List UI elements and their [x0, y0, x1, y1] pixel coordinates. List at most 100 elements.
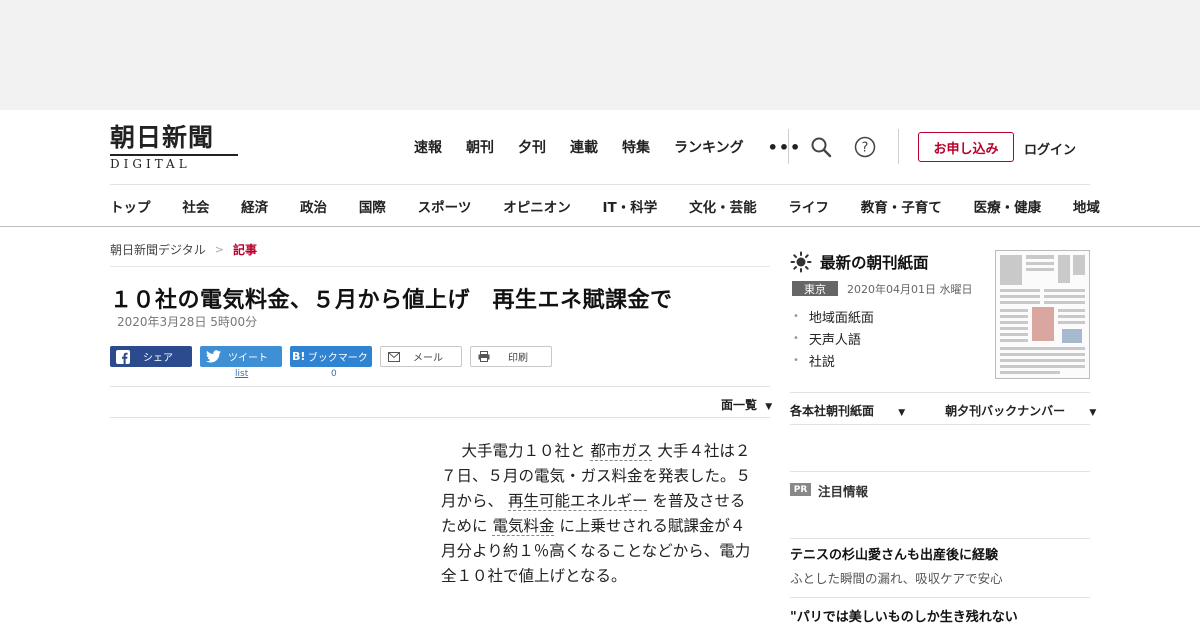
cat-life[interactable]: ライフ — [788, 196, 829, 216]
hatena-bookmark-count[interactable]: 0 — [331, 369, 337, 379]
cat-shakai[interactable]: 社会 — [182, 196, 209, 216]
page-list-label: 面一覧 — [721, 398, 758, 412]
paper-link-shasetsu[interactable]: • 社説 — [793, 349, 874, 371]
paper-menus: 各本社朝刊紙面 ▼ 朝夕刊バックナンバー ▼ — [790, 402, 1136, 419]
breadcrumb-home[interactable]: 朝日新聞デジタル — [110, 241, 206, 258]
header-divider — [110, 184, 1090, 185]
article-divider — [110, 386, 770, 387]
backnumber-dropdown[interactable]: 朝夕刊バックナンバー ▼ — [945, 402, 1116, 419]
site-logo[interactable]: 朝日新聞 DIGITAL — [110, 124, 240, 171]
caret-down-icon: ▼ — [765, 402, 773, 412]
twitter-share-label: ツイート — [228, 353, 268, 364]
nav-tokushu[interactable]: 特集 — [622, 137, 650, 157]
print-icon — [475, 348, 493, 366]
logo-wordmark: 朝日新聞 — [110, 123, 215, 152]
cat-it-science[interactable]: IT・科学 — [603, 196, 658, 216]
nav-yuukan[interactable]: 夕刊 — [518, 137, 546, 157]
bullet-icon: • — [793, 354, 799, 366]
hatena-bookmark-button[interactable]: B! ブックマーク — [290, 346, 372, 367]
regional-paper-dropdown[interactable]: 各本社朝刊紙面 ▼ — [790, 402, 925, 419]
cat-kokusai[interactable]: 国際 — [359, 196, 386, 216]
nav-sokuho[interactable]: 速報 — [414, 137, 442, 157]
sidebar-divider — [790, 597, 1090, 598]
login-link[interactable]: ログイン — [1024, 139, 1076, 158]
cat-region[interactable]: 地域 — [1073, 196, 1100, 216]
cat-opinion[interactable]: オピニオン — [503, 196, 571, 216]
promo-title[interactable]: "パリでは美しいものしか生き残れない — [790, 606, 1018, 625]
help-icon[interactable]: ? — [854, 136, 876, 158]
print-label: 印刷 — [508, 353, 528, 364]
paper-link-label: 天声人語 — [808, 332, 861, 348]
pr-section-title: 注目情報 — [818, 484, 869, 499]
regional-paper-label: 各本社朝刊紙面 — [790, 404, 875, 418]
hatena-bookmark-label: ブックマーク — [307, 353, 368, 364]
region-badge: 東京 — [792, 281, 838, 296]
article-text: 大手電力１０社と — [461, 442, 591, 460]
article-divider — [110, 417, 770, 418]
paper-link-tenseijingo[interactable]: • 天声人語 — [793, 327, 874, 349]
category-nav-divider — [0, 226, 1200, 227]
paper-link-chiikimen[interactable]: • 地域面紙面 — [793, 305, 874, 327]
page-list-dropdown[interactable]: 面一覧 ▼ — [721, 396, 772, 413]
caret-down-icon: ▼ — [898, 408, 906, 418]
nav-choukan[interactable]: 朝刊 — [466, 137, 494, 157]
sidebar-divider — [790, 424, 1090, 425]
nav-rensai[interactable]: 連載 — [570, 137, 598, 157]
primary-nav: 速報 朝刊 夕刊 連載 特集 ランキング ••• — [414, 137, 801, 157]
bullet-icon: • — [793, 332, 799, 344]
caret-down-icon: ▼ — [1089, 408, 1097, 418]
pr-badge: PR — [790, 483, 811, 496]
facebook-share-label: シェア — [143, 353, 173, 364]
cat-top[interactable]: トップ — [110, 196, 151, 216]
article-date: 2020年3月28日 5時00分 — [117, 315, 258, 329]
category-nav: トップ 社会 経済 政治 国際 スポーツ オピニオン IT・科学 文化・芸能 ラ… — [110, 196, 1100, 216]
newspaper-thumbnail[interactable] — [995, 250, 1090, 379]
nav-divider — [788, 129, 789, 164]
twitter-share-count[interactable]: list — [235, 369, 248, 379]
keyword-link[interactable]: 電気料金 — [492, 517, 555, 536]
mail-share-button[interactable]: メール — [380, 346, 462, 367]
keyword-link[interactable]: 都市ガス — [590, 442, 653, 461]
mail-icon — [385, 348, 403, 366]
more-menu-icon[interactable]: ••• — [768, 138, 802, 157]
promo-title[interactable]: テニスの杉山愛さんも出産後に経験 — [790, 544, 998, 563]
cat-seiji[interactable]: 政治 — [300, 196, 327, 216]
facebook-icon — [114, 348, 132, 366]
search-icon[interactable] — [810, 136, 832, 158]
ad-banner-area — [0, 0, 1200, 110]
hatena-icon: B! — [292, 350, 306, 363]
paper-date: 2020年04月01日 水曜日 — [847, 283, 973, 296]
cat-sports[interactable]: スポーツ — [418, 196, 472, 216]
breadcrumb: 朝日新聞デジタル > 記事 — [110, 241, 257, 258]
article-body: 大手電力１０社と 都市ガス 大手４社は２７日、５月の電気・ガス料金を発表した。５… — [441, 439, 751, 589]
cat-culture[interactable]: 文化・芸能 — [689, 196, 757, 216]
cat-keizai[interactable]: 経済 — [241, 196, 268, 216]
logo-digital: DIGITAL — [110, 157, 191, 171]
twitter-icon — [204, 348, 222, 366]
backnumber-label: 朝夕刊バックナンバー — [945, 404, 1066, 418]
subscribe-button[interactable]: お申し込み — [918, 132, 1014, 162]
sidebar-divider — [790, 392, 1090, 393]
breadcrumb-separator: > — [214, 243, 224, 256]
article-headline: １０社の電気料金、５月から値上げ 再生エネ賦課金で — [110, 288, 673, 313]
logo-underline — [110, 154, 238, 156]
cat-education[interactable]: 教育・子育て — [861, 196, 942, 216]
print-button[interactable]: 印刷 — [470, 346, 552, 367]
bullet-icon: • — [793, 310, 799, 322]
svg-text:?: ? — [862, 141, 869, 156]
paper-links: • 地域面紙面 • 天声人語 • 社説 — [793, 305, 874, 371]
latest-paper-title[interactable]: 最新の朝刊紙面 — [820, 251, 929, 273]
twitter-share-button[interactable]: ツイート — [200, 346, 282, 367]
keyword-link[interactable]: 再生可能エネルギー — [507, 492, 648, 511]
breadcrumb-current: 記事 — [232, 243, 257, 257]
nav-ranking[interactable]: ランキング — [674, 137, 744, 157]
cat-health[interactable]: 医療・健康 — [974, 196, 1042, 216]
mail-share-label: メール — [413, 353, 443, 364]
sidebar-divider — [790, 538, 1090, 539]
breadcrumb-divider — [110, 266, 770, 267]
sidebar-divider — [790, 471, 1090, 472]
nav-divider — [898, 129, 899, 164]
paper-link-label: 地域面紙面 — [808, 310, 874, 326]
promo-subtitle[interactable]: ふとした瞬間の漏れ、吸収ケアで安心 — [790, 568, 1003, 587]
facebook-share-button[interactable]: シェア — [110, 346, 192, 367]
